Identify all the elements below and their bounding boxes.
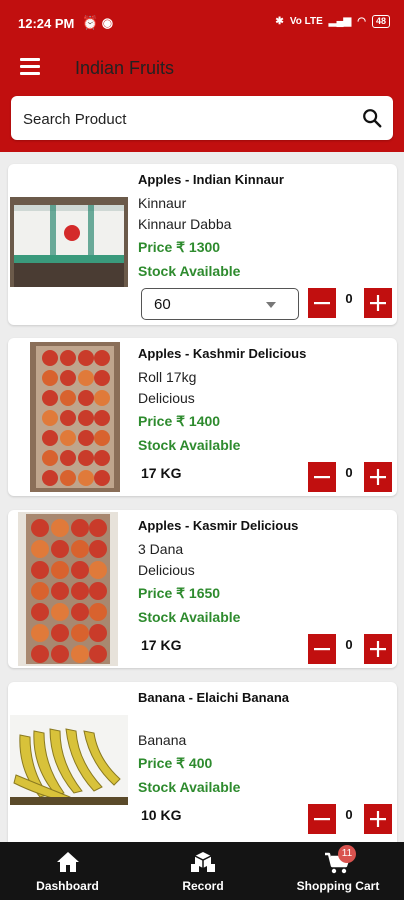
quantity-count: 0 <box>345 465 353 480</box>
product-name: Apples - Kashmir Delicious <box>138 346 307 361</box>
product-image <box>30 342 120 492</box>
plus-icon <box>370 469 386 485</box>
increase-quantity-button[interactable] <box>364 462 392 492</box>
increase-quantity-button[interactable] <box>364 288 392 318</box>
stock-status: Stock Available <box>138 263 241 279</box>
product-detail: Banana <box>138 732 187 748</box>
product-card[interactable]: Banana - Elaichi Banana Banana Price ₹ 4… <box>8 682 397 842</box>
quantity-select-value: 60 <box>154 296 171 313</box>
search-bar <box>11 96 393 142</box>
network-label: Vo LTE <box>289 16 323 27</box>
nav-record-label: Record <box>182 879 224 893</box>
nav-dashboard[interactable]: Dashboard <box>20 842 115 900</box>
minus-icon <box>314 302 330 305</box>
product-name: Apples - Indian Kinnaur <box>138 172 284 187</box>
product-detail: Kinnaur Dabba <box>138 216 232 232</box>
plus-icon <box>370 811 386 827</box>
product-unit: 10 KG <box>141 807 182 823</box>
nav-shopping-cart-label: Shopping Cart <box>296 879 380 893</box>
product-name: Apples - Kasmir Delicious <box>138 518 299 533</box>
product-detail: Delicious <box>138 390 195 406</box>
app-bar: Indian Fruits <box>0 48 404 152</box>
decrease-quantity-button[interactable] <box>308 462 336 492</box>
plus-icon <box>370 295 386 311</box>
product-card[interactable]: Apples - Kasmir Delicious 3 Dana Delicio… <box>8 510 397 668</box>
decrease-quantity-button[interactable] <box>308 804 336 834</box>
plus-icon <box>370 641 386 657</box>
cart-count-badge: 11 <box>338 845 356 863</box>
quantity-select[interactable]: 60 <box>141 288 299 320</box>
product-image <box>18 512 118 666</box>
quantity-count: 0 <box>345 807 353 822</box>
alarm-icon: ⏰ ◉ <box>82 15 114 30</box>
decrease-quantity-button[interactable] <box>308 634 336 664</box>
product-detail: 3 Dana <box>138 541 184 557</box>
bluetooth-icon: ✱ <box>275 16 284 27</box>
quantity-count: 0 <box>345 637 353 652</box>
product-image <box>10 715 128 805</box>
product-unit: 17 KG <box>141 465 182 481</box>
product-price: Price ₹ 1300 <box>138 239 221 255</box>
increase-quantity-button[interactable] <box>364 804 392 834</box>
product-card[interactable]: Apples - Kashmir Delicious Roll 17kg Del… <box>8 338 397 496</box>
status-time: 12:24 PM <box>18 16 75 31</box>
product-list: Apples - Indian Kinnaur Kinnaur Kinnaur … <box>0 162 404 842</box>
product-detail: Kinnaur <box>138 195 187 211</box>
product-card[interactable]: Apples - Indian Kinnaur Kinnaur Kinnaur … <box>8 164 397 325</box>
nav-dashboard-label: Dashboard <box>36 879 99 893</box>
product-image <box>10 197 128 287</box>
battery-icon: 48 <box>371 15 390 28</box>
nav-shopping-cart[interactable]: 11 Shopping Cart <box>288 842 388 900</box>
search-input[interactable] <box>21 96 345 142</box>
decrease-quantity-button[interactable] <box>308 288 336 318</box>
product-price: Price ₹ 1650 <box>138 585 221 601</box>
product-unit: 17 KG <box>141 637 182 653</box>
status-bar: 12:24 PM ⏰ ◉ ✱ Vo LTE ▂▄▆ ◠ 48 <box>0 0 404 48</box>
stock-status: Stock Available <box>138 437 241 453</box>
home-icon <box>56 852 79 872</box>
boxes-icon <box>191 852 215 872</box>
product-name: Banana - Elaichi Banana <box>138 690 289 705</box>
quantity-count: 0 <box>345 291 353 306</box>
stock-status: Stock Available <box>138 609 241 625</box>
page-title: Indian Fruits <box>75 58 175 78</box>
minus-icon <box>314 648 330 651</box>
stock-status: Stock Available <box>138 779 241 795</box>
product-price: Price ₹ 400 <box>138 755 213 771</box>
product-detail: Delicious <box>138 562 195 578</box>
status-icons: ✱ Vo LTE ▂▄▆ ◠ 48 <box>275 15 390 28</box>
search-icon[interactable] <box>361 107 383 129</box>
signal-icon: ▂▄▆ <box>328 16 352 27</box>
bottom-navigation: Dashboard Record 11 Shopping Cart <box>0 842 404 900</box>
product-detail: Roll 17kg <box>138 369 197 385</box>
minus-icon <box>314 476 330 479</box>
menu-icon[interactable] <box>20 58 40 75</box>
wifi-icon: ◠ <box>357 16 366 27</box>
increase-quantity-button[interactable] <box>364 634 392 664</box>
product-price: Price ₹ 1400 <box>138 413 221 429</box>
chevron-down-icon <box>266 302 276 308</box>
minus-icon <box>314 818 330 821</box>
nav-record[interactable]: Record <box>158 842 248 900</box>
